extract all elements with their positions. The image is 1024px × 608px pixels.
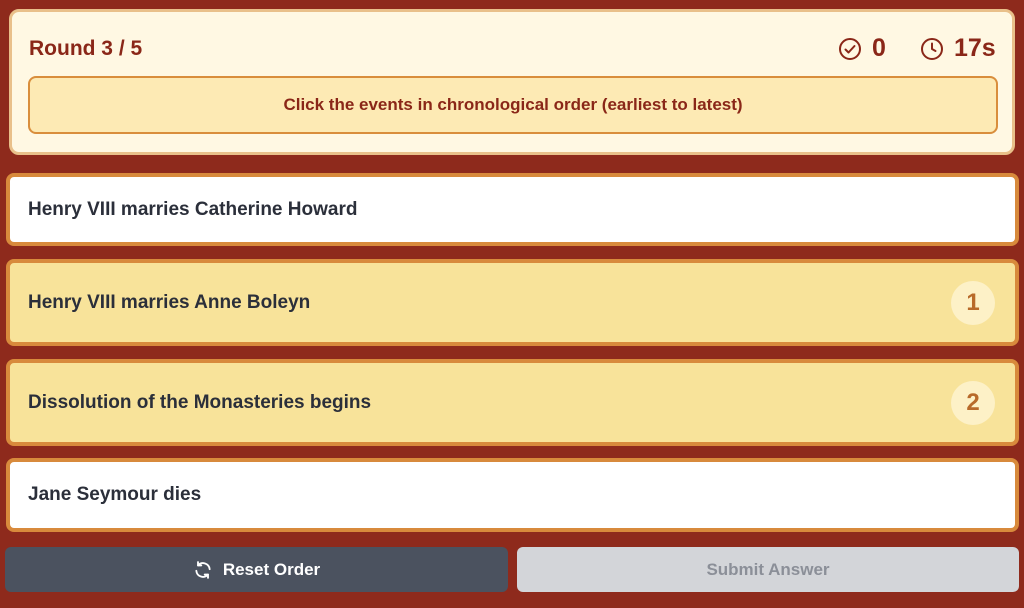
order-badge: 2 xyxy=(951,380,995,425)
round-header: Round 3 / 5 0 17s Click the events in ch… xyxy=(9,9,1015,155)
timer-value: 17s xyxy=(954,34,996,62)
order-badge: 1 xyxy=(951,280,995,325)
event-label: Henry VIII marries Catherine Howard xyxy=(28,198,358,220)
submit-answer-button[interactable]: Submit Answer xyxy=(517,547,1019,592)
submit-answer-label: Submit Answer xyxy=(706,559,830,579)
score-display: 0 xyxy=(838,34,886,63)
event-label: Henry VIII marries Anne Boleyn xyxy=(28,291,311,313)
event-card-catherine-howard[interactable]: Henry VIII marries Catherine Howard xyxy=(6,173,1019,246)
refresh-icon xyxy=(195,560,211,579)
clock-icon xyxy=(921,37,943,60)
event-label: Jane Seymour dies xyxy=(28,484,202,505)
event-card-dissolution-monasteries[interactable]: Dissolution of the Monasteries begins 2 xyxy=(6,359,1019,446)
timer-display: 17s xyxy=(920,34,996,63)
round-label: Round 3 / 5 xyxy=(29,37,143,60)
score-value: 0 xyxy=(872,34,886,62)
reset-order-button[interactable]: Reset Order xyxy=(5,547,508,592)
reset-order-label: Reset Order xyxy=(222,559,321,579)
event-card-anne-boleyn[interactable]: Henry VIII marries Anne Boleyn 1 xyxy=(6,259,1019,346)
event-card-jane-seymour[interactable]: Jane Seymour dies xyxy=(6,458,1019,532)
check-circle-icon xyxy=(839,37,861,60)
instruction-banner: Click the events in chronological order … xyxy=(28,76,998,134)
event-label: Dissolution of the Monasteries begins xyxy=(28,391,372,413)
